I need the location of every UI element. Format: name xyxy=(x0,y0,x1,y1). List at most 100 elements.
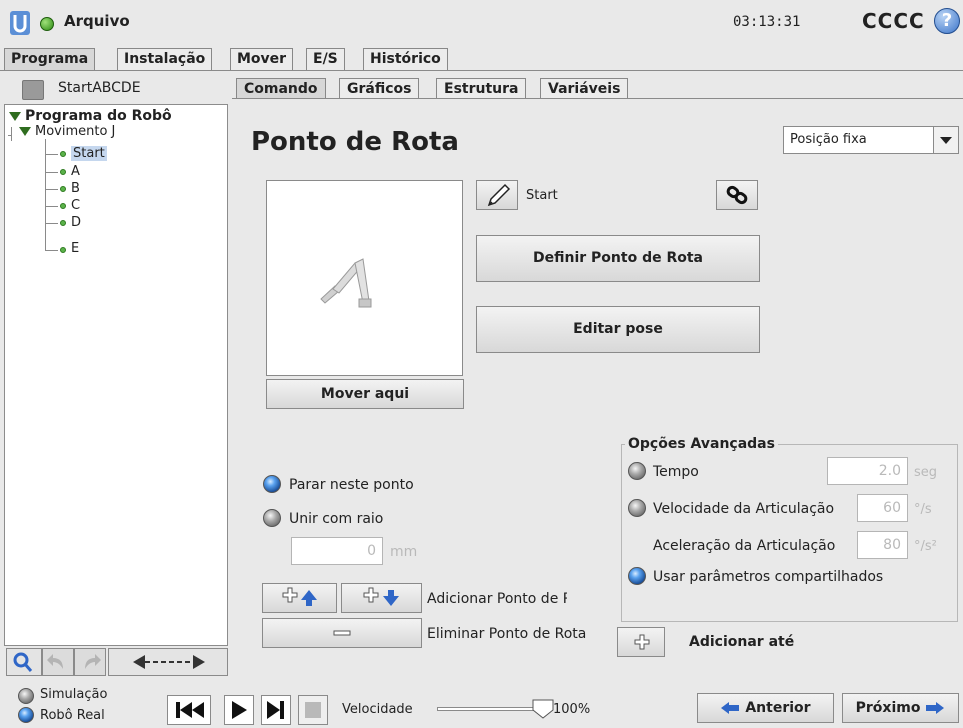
joint-speed-input[interactable]: 60 xyxy=(857,494,908,522)
tab-estrutura[interactable]: Estrutura xyxy=(436,78,527,100)
add-waypoint-before-button[interactable] xyxy=(262,583,337,613)
play-icon xyxy=(232,701,247,719)
previous-button[interactable]: Anterior xyxy=(697,693,834,723)
rewind-button[interactable] xyxy=(167,695,211,725)
speed-value: 100% xyxy=(553,702,591,717)
move-here-button[interactable]: Mover aqui xyxy=(266,379,464,409)
page-title: Ponto de Rota xyxy=(251,127,459,157)
chevron-down-icon xyxy=(940,137,952,144)
tab-comando[interactable]: Comando xyxy=(236,78,326,100)
pencil-icon xyxy=(487,183,511,207)
speed-slider-track[interactable] xyxy=(437,707,541,711)
time-label: Tempo xyxy=(653,464,699,480)
tree-root[interactable]: Programa do Robô xyxy=(9,108,172,124)
robot-arm-icon xyxy=(320,258,372,308)
tab-instalacao[interactable]: Instalação xyxy=(117,48,213,70)
robot-pose-preview xyxy=(266,180,463,376)
program-tree: Programa do Robô Movimento J Start A B C… xyxy=(4,104,228,646)
waypoint-type-value: Posição fixa xyxy=(790,132,867,147)
stop-icon xyxy=(305,702,321,718)
tree-move-node[interactable]: Movimento J xyxy=(19,124,115,139)
next-button[interactable]: Próximo xyxy=(842,693,959,723)
step-button[interactable] xyxy=(261,695,291,725)
joint-accel-label: Aceleração da Articulação xyxy=(653,538,836,554)
robot-name: CCCC xyxy=(862,9,925,33)
stop-radio[interactable] xyxy=(263,475,281,493)
joint-speed-label: Velocidade da Articulação xyxy=(653,501,835,517)
link-icon xyxy=(726,185,748,205)
add-waypoint-after-button[interactable] xyxy=(341,583,422,613)
blend-unit: mm xyxy=(390,544,418,560)
blend-label: Unir com raio xyxy=(289,511,384,527)
tab-variaveis[interactable]: Variáveis xyxy=(540,78,629,100)
add-before-icon xyxy=(282,587,317,606)
top-bar xyxy=(0,0,963,48)
shared-params-label: Usar parâmetros compartilhados xyxy=(653,569,884,585)
dropdown-arrow[interactable] xyxy=(933,127,958,153)
expand-triangle-icon[interactable] xyxy=(19,127,31,136)
rename-button[interactable] xyxy=(476,180,518,210)
simulation-label: Simulação xyxy=(40,687,108,702)
delete-waypoint-button[interactable] xyxy=(262,618,422,648)
blend-radio[interactable] xyxy=(263,509,281,527)
waypoint-name: Start xyxy=(526,188,558,203)
expand-panel-button[interactable] xyxy=(108,648,228,676)
add-after-icon xyxy=(363,587,399,606)
speed-label: Velocidade xyxy=(342,702,413,717)
tree-waypoint-d[interactable]: D xyxy=(71,215,81,230)
set-waypoint-button[interactable]: Definir Ponto de Rota xyxy=(476,235,760,282)
edit-pose-button[interactable]: Editar pose xyxy=(476,306,760,353)
add-until-label: Adicionar até xyxy=(689,634,795,650)
real-robot-radio[interactable] xyxy=(18,707,34,723)
play-button[interactable] xyxy=(224,695,254,725)
time-input[interactable]: 2.0 xyxy=(827,457,908,485)
stop-button[interactable] xyxy=(298,695,328,725)
redo-button[interactable] xyxy=(74,648,106,676)
tab-programa[interactable]: Programa xyxy=(4,48,96,70)
undo-button[interactable] xyxy=(42,648,74,676)
simulation-radio[interactable] xyxy=(18,688,34,704)
step-forward-icon xyxy=(267,701,284,719)
arrow-right-icon xyxy=(926,702,945,714)
tab-es[interactable]: E/S xyxy=(306,48,345,70)
tree-waypoint-c[interactable]: C xyxy=(71,198,80,213)
double-arrow-icon xyxy=(133,655,205,669)
tree-waypoint-b[interactable]: B xyxy=(71,181,80,196)
blend-radius-input[interactable]: 0 xyxy=(291,537,383,565)
plus-icon xyxy=(634,634,650,650)
tree-waypoint-start[interactable]: Start xyxy=(71,146,107,161)
shared-params-radio[interactable] xyxy=(628,567,646,585)
joint-accel-input[interactable]: 80 xyxy=(857,531,908,559)
joint-accel-unit: °/s² xyxy=(914,539,937,554)
arrow-left-icon xyxy=(721,702,740,714)
minus-icon xyxy=(333,630,351,636)
tab-mover[interactable]: Mover xyxy=(230,48,294,70)
delete-waypoint-label: Eliminar Ponto de Rota xyxy=(427,626,587,642)
time-unit: seg xyxy=(914,465,938,480)
joint-speed-radio[interactable] xyxy=(628,499,646,517)
robot-status-icon xyxy=(40,17,54,31)
save-disk-icon[interactable] xyxy=(22,80,44,100)
advanced-options-title: Opções Avançadas xyxy=(625,436,778,452)
tab-graficos[interactable]: Gráficos xyxy=(339,78,420,100)
file-menu[interactable]: Arquivo xyxy=(64,12,130,30)
speed-slider-thumb[interactable] xyxy=(531,696,555,720)
tree-waypoint-e[interactable]: E xyxy=(71,241,79,256)
undo-icon xyxy=(47,654,63,669)
real-robot-label: Robô Real xyxy=(40,708,105,723)
ur-logo xyxy=(10,11,30,35)
magnifier-icon xyxy=(13,652,33,672)
add-until-button[interactable] xyxy=(617,627,665,657)
joint-speed-unit: °/s xyxy=(914,502,932,517)
search-button[interactable] xyxy=(6,648,42,676)
expand-triangle-icon[interactable] xyxy=(9,111,21,121)
time-radio[interactable] xyxy=(628,462,646,480)
add-waypoint-label: Adicionar Ponto de Rota xyxy=(427,591,567,607)
tab-historico[interactable]: Histórico xyxy=(363,48,448,70)
stop-label: Parar neste ponto xyxy=(289,477,414,493)
tree-waypoint-a[interactable]: A xyxy=(71,164,80,179)
skip-back-icon xyxy=(176,702,204,718)
link-button[interactable] xyxy=(716,180,758,210)
clock: 03:13:31 xyxy=(733,14,801,30)
help-icon[interactable]: ? xyxy=(934,8,960,34)
